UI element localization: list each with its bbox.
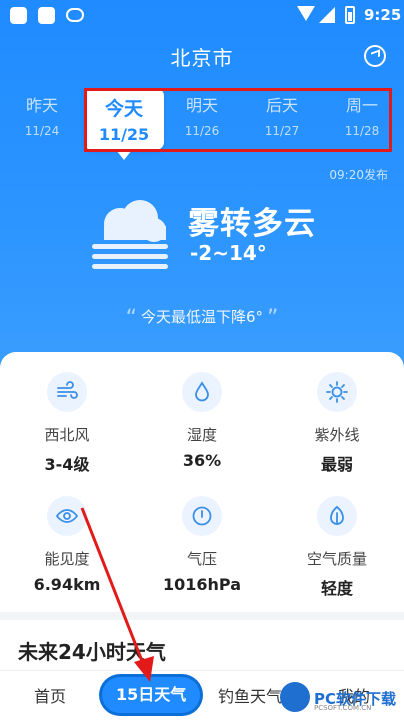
detail-value: 最弱 xyxy=(320,455,353,474)
weather-tip-text: 今天最低温下降6° xyxy=(140,308,264,326)
pressure-gauge-icon xyxy=(182,496,222,536)
nav-home[interactable]: 首页 xyxy=(34,683,66,707)
wifi-icon xyxy=(297,6,315,21)
detail-value: 6.94km xyxy=(33,575,101,594)
quote-close-icon: ” xyxy=(267,306,279,331)
day-name: 昨天 xyxy=(25,96,58,115)
eye-icon xyxy=(47,496,87,536)
day-tab-yesterday[interactable]: 昨天 11/24 xyxy=(2,92,82,138)
status-bar: 9:25 xyxy=(0,0,404,32)
weather-tip: “今天最低温下降6°” xyxy=(0,306,404,331)
detail-uv: 紫外线 最弱 xyxy=(270,372,404,475)
cloud-status-icon xyxy=(66,8,84,22)
detail-visibility: 能见度 6.94km xyxy=(0,496,134,594)
detail-value: 3-4级 xyxy=(44,455,90,474)
site-watermark: PC软件下载 PCSOFT.COM.CN xyxy=(276,680,404,716)
fog-cloud-icon xyxy=(92,200,168,269)
watermark-logo-icon xyxy=(280,682,310,712)
detail-label: 气压 xyxy=(186,550,217,568)
weather-details-card: 西北风 3-4级 湿度 36% 紫外线 最弱 能见度 6.94km 气压 101… xyxy=(0,352,404,612)
status-time: 9:25 xyxy=(364,6,402,24)
signal-icon xyxy=(319,7,335,23)
detail-air-quality: 空气质量 轻度 xyxy=(270,496,404,599)
share-icon[interactable] xyxy=(364,45,386,67)
detail-label: 空气质量 xyxy=(306,550,367,568)
detail-label: 紫外线 xyxy=(314,426,360,444)
annotation-highlight-box xyxy=(84,88,392,152)
detail-value: 1016hPa xyxy=(162,575,241,594)
wind-icon xyxy=(47,372,87,412)
notification-icon xyxy=(38,7,55,24)
nav-fishing-weather[interactable]: 钓鱼天气 xyxy=(218,683,282,707)
city-title[interactable]: 北京市 xyxy=(0,42,404,71)
day-date: 11/24 xyxy=(24,124,60,138)
detail-humidity: 湿度 36% xyxy=(135,372,269,470)
battery-icon xyxy=(345,6,355,24)
watermark-subtext: PCSOFT.COM.CN xyxy=(314,704,372,712)
detail-value: 36% xyxy=(182,451,222,470)
weather-condition: 雾转多云 xyxy=(188,206,316,242)
weather-header-area: 9:25 北京市 昨天 11/24 今天 11/25 明天 11/26 后天 1… xyxy=(0,0,404,370)
publish-time: 09:20发布 xyxy=(329,168,388,182)
temperature-range: -2~14° xyxy=(190,241,267,265)
sun-icon xyxy=(317,372,357,412)
notification-icon xyxy=(10,7,27,24)
nav-15-day-weather[interactable]: 15日天气 xyxy=(102,677,201,713)
detail-pressure: 气压 1016hPa xyxy=(135,496,269,594)
quote-open-icon: “ xyxy=(125,306,137,331)
detail-value: 轻度 xyxy=(320,579,353,598)
detail-label: 西北风 xyxy=(44,426,90,444)
detail-label: 湿度 xyxy=(186,426,217,444)
leaf-icon xyxy=(317,496,357,536)
detail-wind: 西北风 3-4级 xyxy=(0,372,134,475)
detail-label: 能见度 xyxy=(44,550,90,568)
forecast-24h-section: 未来24小时天气 xyxy=(0,620,404,670)
section-divider xyxy=(0,612,404,620)
humidity-drop-icon xyxy=(182,372,222,412)
section-title: 未来24小时天气 xyxy=(18,640,166,664)
